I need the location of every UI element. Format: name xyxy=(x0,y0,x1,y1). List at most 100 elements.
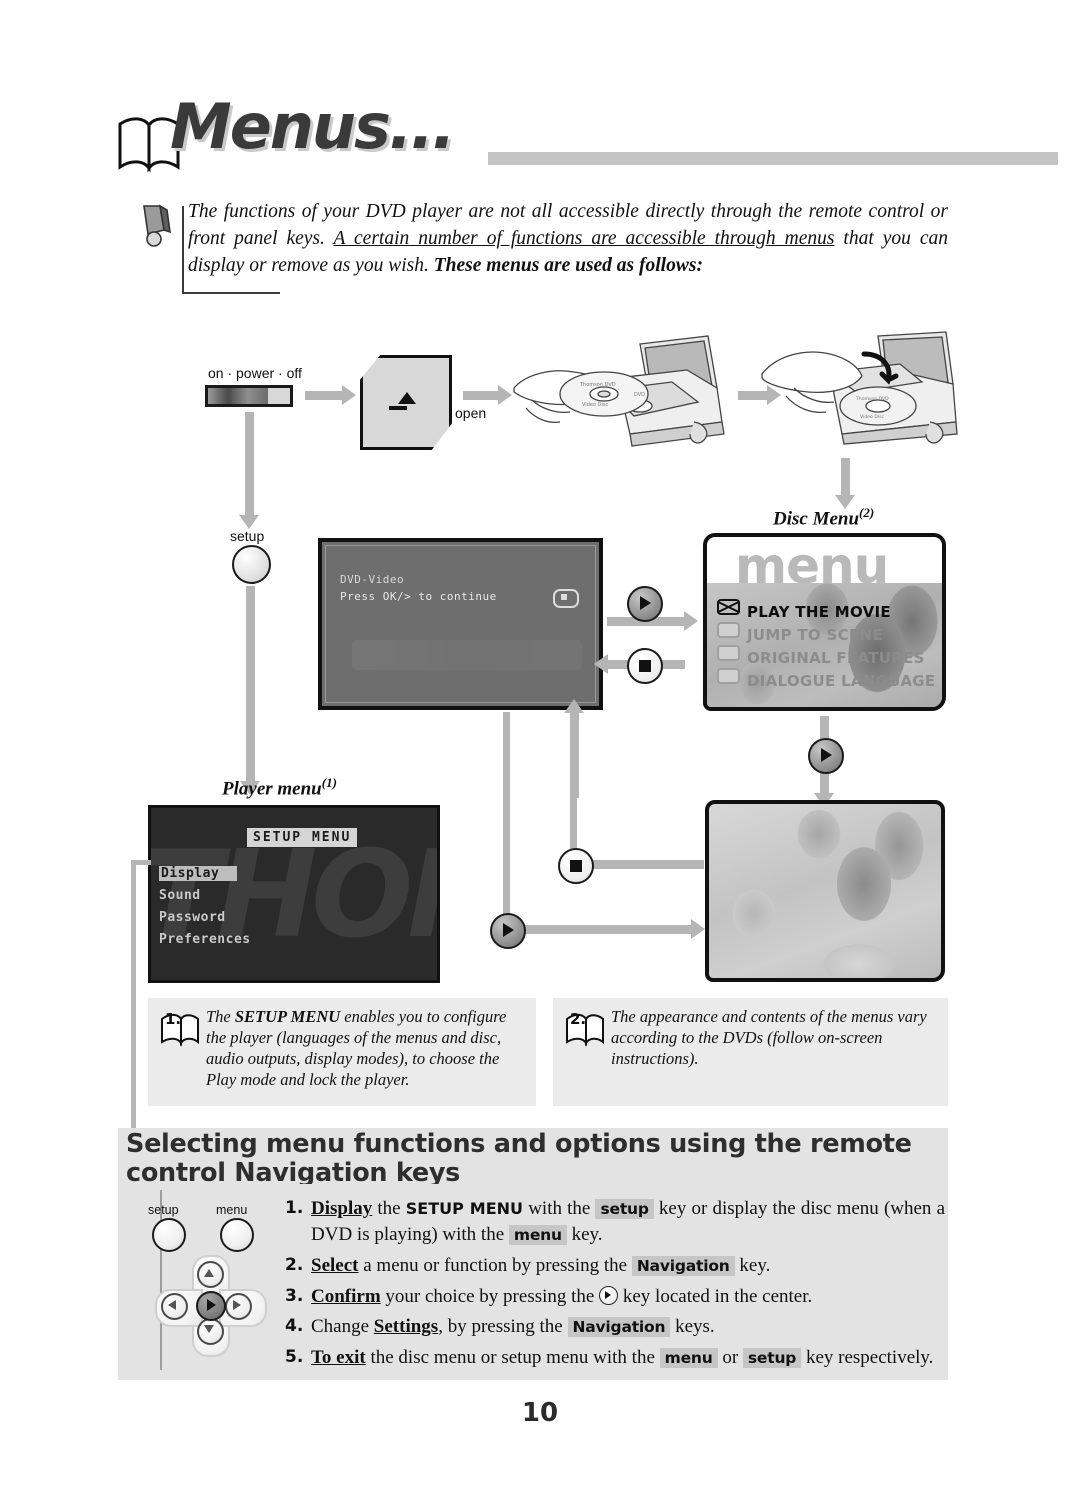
step-number: 3. xyxy=(285,1286,304,1306)
disc-menu-item-label: PLAY THE MOVIE xyxy=(747,603,891,621)
step-number: 5. xyxy=(285,1347,304,1367)
menu-keycap: menu xyxy=(659,1348,718,1368)
player-close-lid-illustration: Thomson DVD Video Disc xyxy=(761,331,958,445)
setup-menu-item-2[interactable]: Password xyxy=(159,910,226,925)
power-switch[interactable] xyxy=(205,385,293,407)
open-book-icon: 1. xyxy=(161,1010,199,1047)
power-switch-label: on · power · off xyxy=(208,365,302,381)
step-text: Change xyxy=(311,1316,374,1337)
intro-underlined: A certain number of functions are access… xyxy=(333,228,835,249)
nav-center-ok-key[interactable] xyxy=(196,1291,226,1321)
setup-menu-item-1[interactable]: Sound xyxy=(159,888,201,903)
footnote-number: 1. xyxy=(165,1010,181,1028)
step-text: a menu or function by pressing the xyxy=(358,1255,632,1276)
svg-text:DVD: DVD xyxy=(634,392,645,398)
intro-left-rule xyxy=(182,206,184,294)
footnote-text-pre: The xyxy=(206,1007,235,1026)
player-menu-caption: Player menu(1) xyxy=(222,775,337,800)
setup-menu-item-3[interactable]: Preferences xyxy=(159,932,251,947)
arrow-eject-to-player1 xyxy=(463,385,512,405)
arrow-power-to-eject xyxy=(305,385,356,405)
stop-square-icon xyxy=(639,660,651,672)
footnote-2-text: The appearance and contents of the menus… xyxy=(611,1006,946,1069)
disc-menu-item-label: DIALOGUE LANGUAGE xyxy=(747,672,936,690)
arrow-power-to-setup xyxy=(239,412,259,529)
intro-bottom-rule xyxy=(182,292,280,294)
triangle-right-icon xyxy=(233,1300,241,1310)
instruction-steps: 1. Display the SETUP MENU with the setup … xyxy=(285,1196,945,1376)
eject-triangle-icon xyxy=(398,392,416,404)
step-action: Settings xyxy=(373,1316,439,1337)
line-setupmenu-bracket-arm xyxy=(131,860,151,865)
disc-menu-item-2[interactable]: ORIGINAL FEATURES xyxy=(717,645,925,667)
step-1: 1. Display the SETUP MENU with the setup … xyxy=(285,1196,945,1248)
play-triangle-icon xyxy=(640,596,651,610)
disc-menu-item-label: JUMP TO SCENE xyxy=(747,626,883,644)
intro-bold: These menus are used as follows: xyxy=(433,255,703,276)
setup-key-label: setup xyxy=(148,1203,179,1217)
open-label: open xyxy=(455,405,487,421)
menu-key-button[interactable] xyxy=(220,1218,254,1252)
svg-text:Thomson DVD: Thomson DVD xyxy=(855,396,889,402)
setup-button[interactable] xyxy=(232,545,271,584)
svg-text:Video Disc: Video Disc xyxy=(582,402,608,408)
menu-keycap: menu xyxy=(508,1225,567,1245)
play-button-2[interactable] xyxy=(808,738,844,774)
arrow-stop-to-screen1 xyxy=(564,699,584,798)
play-button-3[interactable] xyxy=(490,913,526,949)
disc-menu-item-0[interactable]: PLAY THE MOVIE xyxy=(717,599,891,621)
footnote-text-post: The appearance and contents of the menus… xyxy=(611,1007,927,1068)
setup-keycap: setup xyxy=(595,1199,654,1219)
disc-menu-item-1[interactable]: JUMP TO SCENE xyxy=(717,622,883,644)
step-text: your choice by pressing the xyxy=(380,1286,600,1307)
step-2: 2. Select a menu or function by pressing … xyxy=(285,1253,945,1279)
step-number: 1. xyxy=(285,1198,304,1218)
player-menu-caption-note: (1) xyxy=(321,775,337,790)
step-action: Display xyxy=(311,1198,373,1219)
step-text: or xyxy=(717,1347,743,1368)
section-heading: Selecting menu functions and options usi… xyxy=(126,1129,912,1188)
play-triangle-icon xyxy=(503,923,514,937)
setup-menu-title: SETUP MENU xyxy=(247,828,358,847)
setup-menu-screen: THOMSON SETUP MENU Display Sound Passwor… xyxy=(148,805,440,983)
footnote-1-text: The SETUP MENU enables you to configure … xyxy=(206,1006,526,1090)
stop-button-1[interactable] xyxy=(627,648,663,684)
screen-inner-border xyxy=(325,545,596,703)
step-text: the disc menu or setup menu with the xyxy=(365,1347,660,1368)
nav-up-key[interactable] xyxy=(197,1261,224,1288)
step-text: key respectively. xyxy=(801,1347,934,1368)
step-5: 5. To exit the disc menu or setup menu wi… xyxy=(285,1345,945,1371)
disc-menu-item-3[interactable]: DIALOGUE LANGUAGE xyxy=(717,668,935,690)
nav-right-key[interactable] xyxy=(225,1293,252,1320)
nav-left-key[interactable] xyxy=(161,1293,188,1320)
open-book-icon: 2. xyxy=(566,1010,604,1047)
intro-paragraph: The functions of your DVD player are not… xyxy=(188,198,948,279)
stop-button-2[interactable] xyxy=(558,848,594,884)
step-number: 2. xyxy=(285,1255,304,1275)
svg-text:Video Disc: Video Disc xyxy=(860,414,885,420)
play-button-1[interactable] xyxy=(627,586,663,622)
play-key-icon xyxy=(599,1286,619,1305)
arrow-player2-to-discmenu xyxy=(835,458,855,509)
disc-menu-caption-note: (2) xyxy=(859,505,875,520)
setup-menu-item-0[interactable]: Display xyxy=(159,866,238,881)
page-title: Menus... xyxy=(170,90,456,163)
footnote-1: 1. The SETUP MENU enables you to configu… xyxy=(148,998,536,1106)
step-action: Confirm xyxy=(311,1286,381,1307)
navigation-pad[interactable] xyxy=(155,1255,267,1357)
arrow-screen1-to-movie xyxy=(512,919,705,939)
startup-screen: DVD-Video Press OK/> to continue xyxy=(318,538,603,710)
step-text: key. xyxy=(734,1255,771,1276)
title-rule xyxy=(488,152,1058,165)
setup-key-button[interactable] xyxy=(152,1218,186,1252)
triangle-left-icon xyxy=(168,1300,176,1310)
checkbox-icon xyxy=(717,668,740,684)
stop-square-icon xyxy=(570,860,582,872)
nav-down-key[interactable] xyxy=(197,1318,224,1345)
disc-menu-screen: menu PLAY THE MOVIE JUMP TO SCENE ORIGIN… xyxy=(703,533,946,711)
screen-line-1: DVD-Video xyxy=(340,573,405,586)
page-number: 10 xyxy=(521,1398,559,1428)
step-3: 3. Confirm your choice by pressing the ke… xyxy=(285,1284,945,1309)
triangle-up-icon xyxy=(204,1269,214,1277)
disc-menu-caption-text: Disc Menu xyxy=(773,508,860,530)
